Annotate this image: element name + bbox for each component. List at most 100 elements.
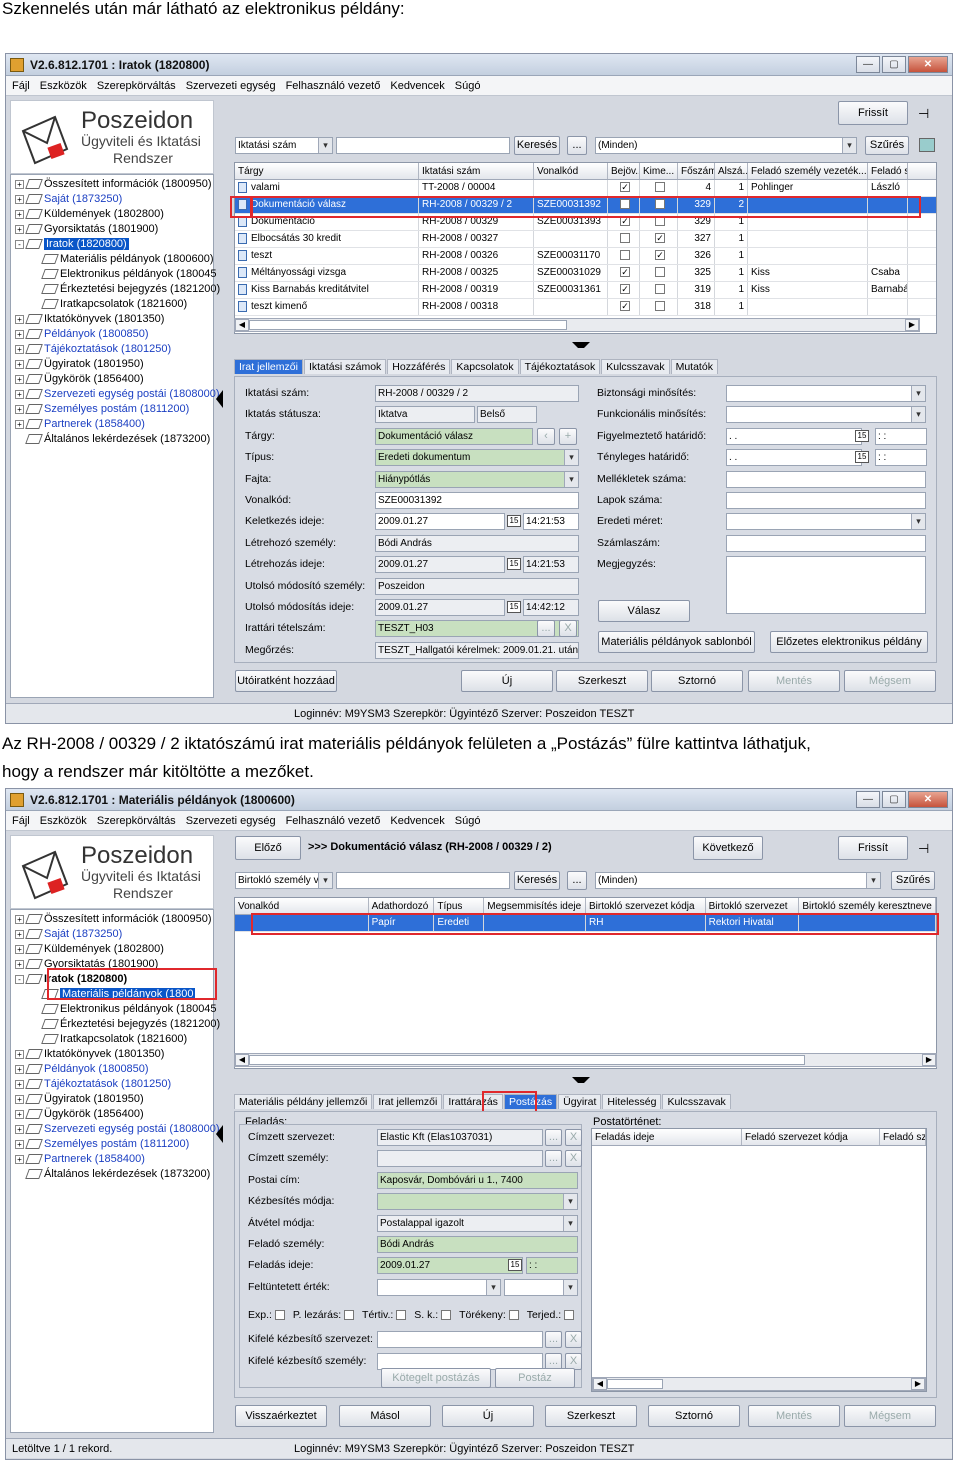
- menu-tools[interactable]: Eszközök: [40, 80, 87, 92]
- field-eredeti-meret[interactable]: [726, 513, 926, 531]
- table-row[interactable]: Méltányossági vizsga RH-2008 / 00325 SZE00…: [235, 265, 936, 282]
- tree-item-iratkapcsolatok-1821600[interactable]: Iratkapcsolatok (1821600): [15, 1032, 213, 1047]
- filter-button[interactable]: Szűrés: [891, 871, 935, 890]
- column-header[interactable]: Birtokló szervezet: [706, 898, 800, 914]
- column-header[interactable]: Feladó személy vezeték...: [748, 163, 868, 179]
- tree-item-peldanyok-1800850[interactable]: + Példányok (1800850): [15, 1062, 213, 1077]
- expand-toggle-icon[interactable]: +: [15, 359, 24, 369]
- table-row[interactable]: Kiss Barnabás kreditátvitel RH-2008 / 003…: [235, 282, 936, 299]
- save-button[interactable]: Mentés: [748, 670, 840, 692]
- tree-item-tajekoztatasok-1801250[interactable]: + Tájékoztatások (1801250): [15, 1077, 213, 1092]
- tree-item-erkeztetesi-bejegyzes-1821200[interactable]: Érkeztetési bejegyzés (1821200): [15, 1017, 220, 1032]
- calendar-icon[interactable]: 15: [855, 429, 869, 442]
- field-utolso-modosito-szemely[interactable]: Poszeidon: [375, 577, 579, 595]
- column-header[interactable]: Feladó szervezet kódja: [742, 1129, 880, 1145]
- field-tipus[interactable]: Eredeti dokumentum: [375, 449, 579, 467]
- batch-post-button[interactable]: Kötegelt postázás: [381, 1368, 491, 1388]
- expand-toggle-icon[interactable]: +: [15, 1109, 24, 1119]
- search-options-button[interactable]: ...: [567, 136, 587, 155]
- menu-role-switch[interactable]: Szerepkörváltás: [97, 815, 176, 827]
- tab-kapcsolatok[interactable]: Kapcsolatok: [451, 359, 519, 374]
- field-cimzett-szervezet[interactable]: Elastic Kft (Elas1037031): [377, 1129, 543, 1146]
- clear-icon[interactable]: X: [565, 1331, 582, 1348]
- field-kifele-kezbesito-szervezet[interactable]: [377, 1331, 543, 1348]
- menu-file[interactable]: Fájl: [12, 815, 30, 827]
- splitter-arrow-icon[interactable]: [572, 1077, 590, 1083]
- check-s-k[interactable]: S. k.:: [414, 1309, 452, 1321]
- checkbox[interactable]: ✓: [620, 267, 630, 278]
- expand-toggle-icon[interactable]: +: [15, 1079, 24, 1089]
- expand-toggle-icon[interactable]: +: [15, 194, 24, 204]
- checkbox[interactable]: [655, 182, 665, 193]
- visszaerkeztet-button[interactable]: Visszaérkeztet: [235, 1405, 327, 1427]
- time-field[interactable]: 14:21:53: [523, 556, 579, 574]
- filter-select[interactable]: (Minden): [595, 872, 881, 889]
- tree-item-ugykorok-1856400[interactable]: + Ügykörök (1856400): [15, 1107, 213, 1122]
- expand-toggle-icon[interactable]: -: [15, 239, 24, 249]
- checkbox[interactable]: ✓: [620, 182, 630, 193]
- checkbox[interactable]: [441, 1310, 452, 1321]
- minimize-button[interactable]: —: [856, 56, 880, 73]
- tree-item-kuldemenyek-1802800[interactable]: + Küldemények (1802800): [15, 207, 213, 222]
- expand-toggle-icon[interactable]: +: [15, 1139, 24, 1149]
- calendar-icon[interactable]: 15: [855, 451, 869, 464]
- uj-button[interactable]: Új: [442, 1405, 534, 1427]
- menu-file[interactable]: Fájl: [12, 80, 30, 92]
- field-keletkezes-ideje[interactable]: 2009.01.27: [375, 513, 505, 531]
- export-icon[interactable]: [919, 138, 935, 152]
- tree-item-osszesitett-informaciok-1800950[interactable]: + Összesített információk (1800950): [15, 177, 213, 192]
- field-targy[interactable]: Dokumentáció válasz: [375, 427, 533, 445]
- tab-materialis-peldany-jellemzoi[interactable]: Materiális példány jellemzői: [234, 1094, 373, 1109]
- field-szamlaszam[interactable]: [726, 534, 926, 552]
- tab-kulcsszavak[interactable]: Kulcsszavak: [601, 359, 670, 374]
- expand-toggle-icon[interactable]: +: [15, 1064, 24, 1074]
- tree-item-sajat-1873250[interactable]: + Saját (1873250): [15, 927, 213, 942]
- checkbox[interactable]: ✓: [620, 284, 630, 295]
- checkbox[interactable]: [620, 233, 630, 244]
- scroll-right-arrow-icon[interactable]: ▶: [905, 319, 919, 331]
- field-biztonsagi-minosites[interactable]: [726, 385, 926, 402]
- expand-toggle-icon[interactable]: +: [15, 314, 24, 324]
- tree-item-tajekoztatasok-1801250[interactable]: + Tájékoztatások (1801250): [15, 342, 213, 357]
- menu-help[interactable]: Súgó: [455, 815, 481, 827]
- tab-hitelesseg[interactable]: Hitelesség: [602, 1094, 662, 1109]
- prev-electronic-copy-button[interactable]: Előzetes elektronikus példány: [770, 631, 928, 653]
- field-lapok-szama[interactable]: [726, 492, 926, 509]
- tree-item-szemelyes-postam-1811200[interactable]: + Személyes postám (1811200): [15, 402, 213, 417]
- checkbox[interactable]: [396, 1310, 407, 1321]
- search-input[interactable]: [336, 872, 510, 889]
- tree-item-partnerek-1858400[interactable]: + Partnerek (1858400): [15, 417, 213, 432]
- checkbox[interactable]: [508, 1310, 519, 1321]
- column-header[interactable]: Feladó sz: [868, 163, 908, 179]
- field-letrehozo-szemely[interactable]: Bódi András: [375, 534, 579, 552]
- mentes-button[interactable]: Mentés: [748, 1405, 840, 1427]
- check-exp[interactable]: Exp.:: [248, 1309, 285, 1321]
- masol-button[interactable]: Másol: [339, 1405, 431, 1427]
- collapse-arrow-icon[interactable]: [216, 390, 223, 408]
- pin-icon[interactable]: ⊣: [918, 841, 929, 857]
- tree-item-iktatokonyvek-1801350[interactable]: + Iktatókönyvek (1801350): [15, 1047, 213, 1062]
- checkbox[interactable]: [344, 1310, 355, 1321]
- clear-icon[interactable]: X: [559, 620, 577, 638]
- expand-toggle-icon[interactable]: +: [15, 1049, 24, 1059]
- column-header[interactable]: Feladó sz: [880, 1129, 926, 1145]
- checkbox[interactable]: [655, 267, 665, 278]
- checkbox[interactable]: ✓: [620, 301, 630, 312]
- field-figyelmezteto-hatarido[interactable]: . .: [726, 427, 862, 445]
- expand-toggle-icon[interactable]: +: [15, 419, 24, 429]
- expand-toggle-icon[interactable]: +: [15, 1094, 24, 1104]
- maximize-button[interactable]: ▢: [882, 791, 906, 808]
- tree-item-partnerek-1858400[interactable]: + Partnerek (1858400): [15, 1152, 213, 1167]
- tree-item-szervezeti-egyseg-postai-1808000[interactable]: + Szervezeti egység postái (1808000): [15, 1122, 220, 1137]
- splitter-arrow-icon[interactable]: [572, 342, 590, 348]
- menu-favorites[interactable]: Kedvencek: [390, 80, 444, 92]
- status-type-field[interactable]: Belső: [477, 406, 537, 424]
- menu-org-unit[interactable]: Szervezeti egység: [186, 815, 276, 827]
- tab-hozzaferes[interactable]: Hozzáférés: [387, 359, 451, 374]
- tree-item-iktatokonyvek-1801350[interactable]: + Iktatókönyvek (1801350): [15, 312, 213, 327]
- table-row[interactable]: valami TT-2008 / 00004 ✓ 4 1 Pohlinger László: [235, 180, 936, 197]
- expand-toggle-icon[interactable]: +: [15, 944, 24, 954]
- expand-toggle-icon[interactable]: +: [15, 929, 24, 939]
- field-postai-cim[interactable]: Kaposvár, Dombóvári u 1., 7400: [377, 1171, 578, 1189]
- search-button[interactable]: Keresés: [514, 871, 560, 890]
